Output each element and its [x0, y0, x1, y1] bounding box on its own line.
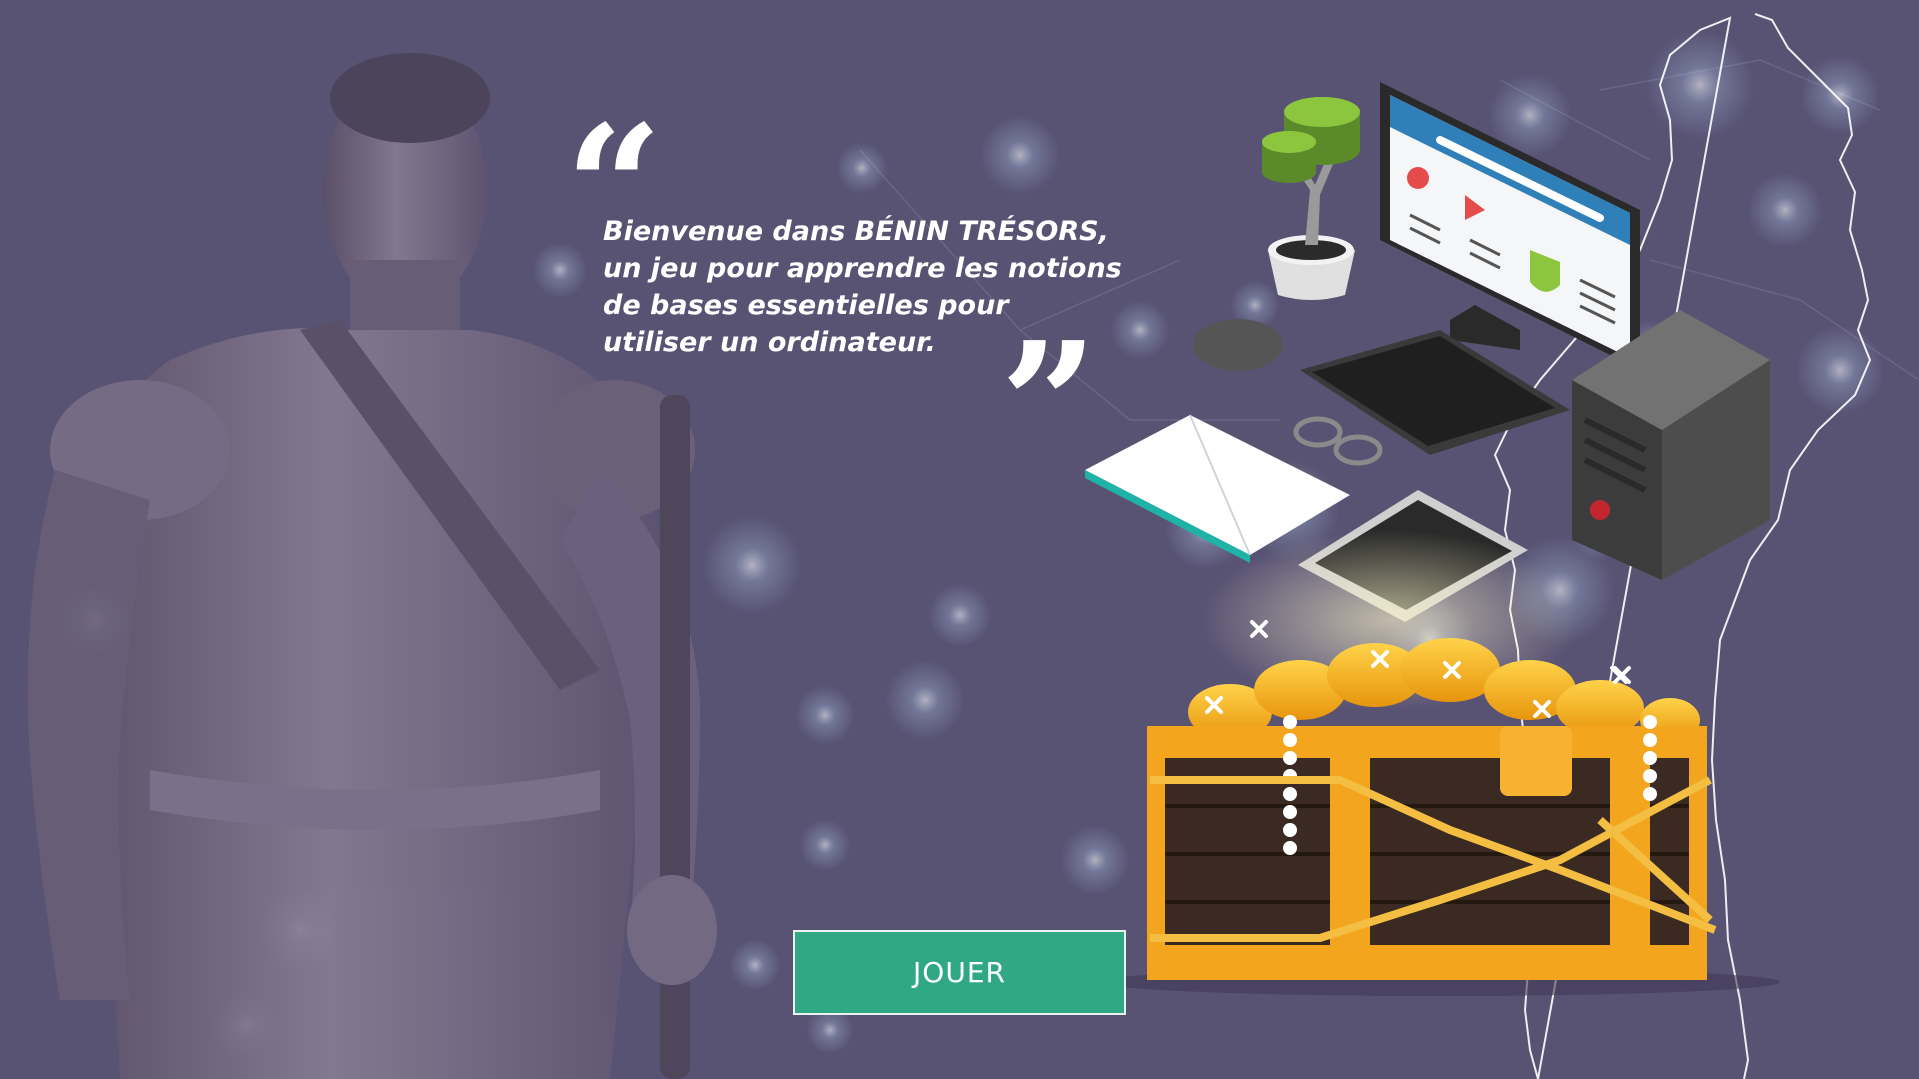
close-quote-icon: ” — [1000, 305, 1098, 505]
computer-mouse — [1193, 319, 1283, 371]
play-button-label: JOUER — [913, 956, 1006, 989]
treasure-chest — [1100, 620, 1780, 996]
bonsai-plant — [1262, 97, 1360, 300]
game-scene — [27, 13, 1919, 1079]
play-button[interactable]: JOUER — [793, 930, 1126, 1015]
glasses — [1293, 416, 1383, 466]
